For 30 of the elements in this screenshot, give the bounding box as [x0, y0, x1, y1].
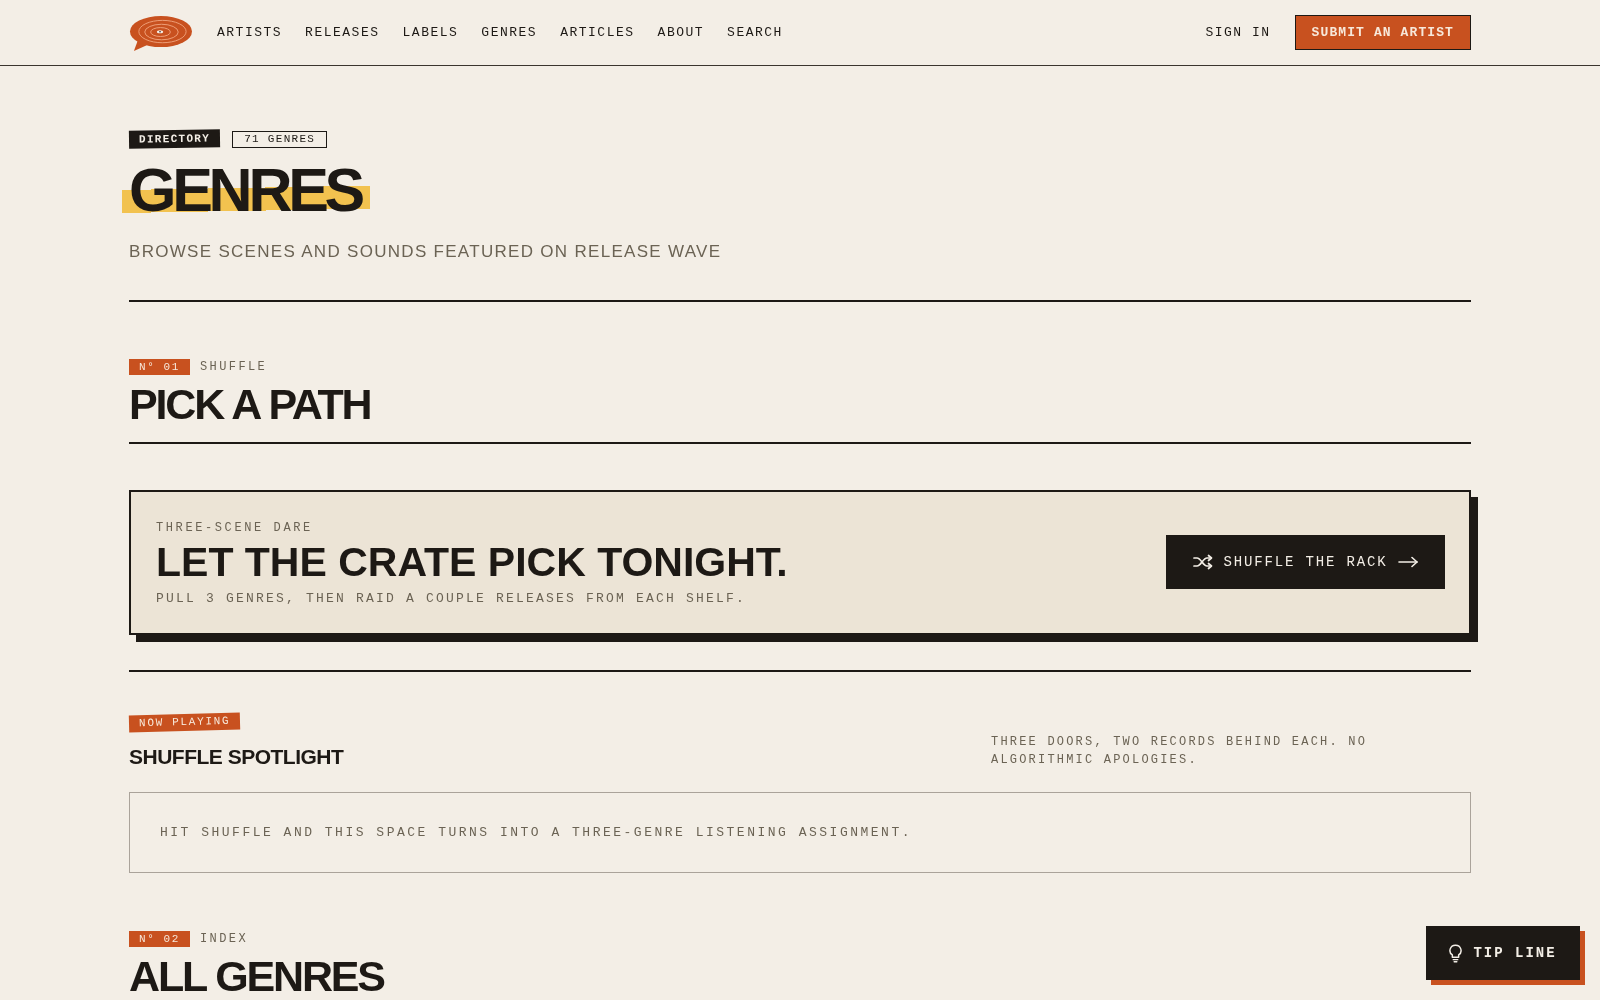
nav-link[interactable]: RELEASES: [305, 24, 380, 41]
now-playing-tag: NOW PLAYING: [128, 712, 241, 733]
count-tag: 71 GENRES: [232, 130, 328, 148]
submit-artist-button[interactable]: SUBMIT AN ARTIST: [1294, 15, 1471, 50]
right-arrow-icon: [1397, 555, 1418, 568]
sign-in-link[interactable]: SIGN IN: [1205, 24, 1271, 41]
nav-link[interactable]: ARTISTS: [217, 24, 283, 41]
card-description: PULL 3 GENRES, THEN RAID A COUPLE RELEASES FROM EACH SHELF.: [156, 590, 748, 607]
spotlight-note: THREE DOORS, TWO RECORDS BEHIND EACH. NO ALGORITHMIC APOLOGIES.: [991, 734, 1369, 769]
category-tag: DIRECTORY: [128, 129, 221, 149]
lightbulb-icon: [1449, 943, 1463, 963]
empty-state-message: HIT SHUFFLE AND THIS SPACE TURNS INTO A THREE-GENRE LISTENING ASSIGNMENT.: [129, 792, 1471, 873]
crossed-arrows-icon: [1193, 553, 1214, 570]
nav-link[interactable]: ABOUT: [657, 24, 705, 41]
section-number-tag: N° 01: [129, 359, 190, 375]
card-eyebrow: THREE-SCENE DARE: [156, 520, 314, 535]
nav-link[interactable]: SEARCH: [727, 24, 783, 41]
nav-link[interactable]: ARTICLES: [560, 24, 635, 41]
section-label: INDEX: [200, 932, 249, 946]
nav-link[interactable]: LABELS: [402, 24, 459, 41]
section-number-tag: N° 02: [129, 931, 190, 947]
speech-bubble-logo[interactable]: [129, 15, 192, 51]
card-title: LET THE CRATE PICK TONIGHT.: [156, 540, 788, 583]
nav-link[interactable]: GENRES: [481, 24, 538, 41]
shuffle-button[interactable]: SHUFFLE THE RACK: [1166, 534, 1445, 589]
page-subtitle: BROWSE SCENES AND SOUNDS FEATURED ON RELEASE WAVE: [129, 242, 723, 262]
spotlight-title: SHUFFLE SPOTLIGHT: [129, 745, 344, 769]
section-title: PICK A PATH: [129, 383, 371, 426]
section-title: ALL GENRES: [129, 955, 384, 998]
section-label: SHUFFLE: [200, 360, 268, 374]
